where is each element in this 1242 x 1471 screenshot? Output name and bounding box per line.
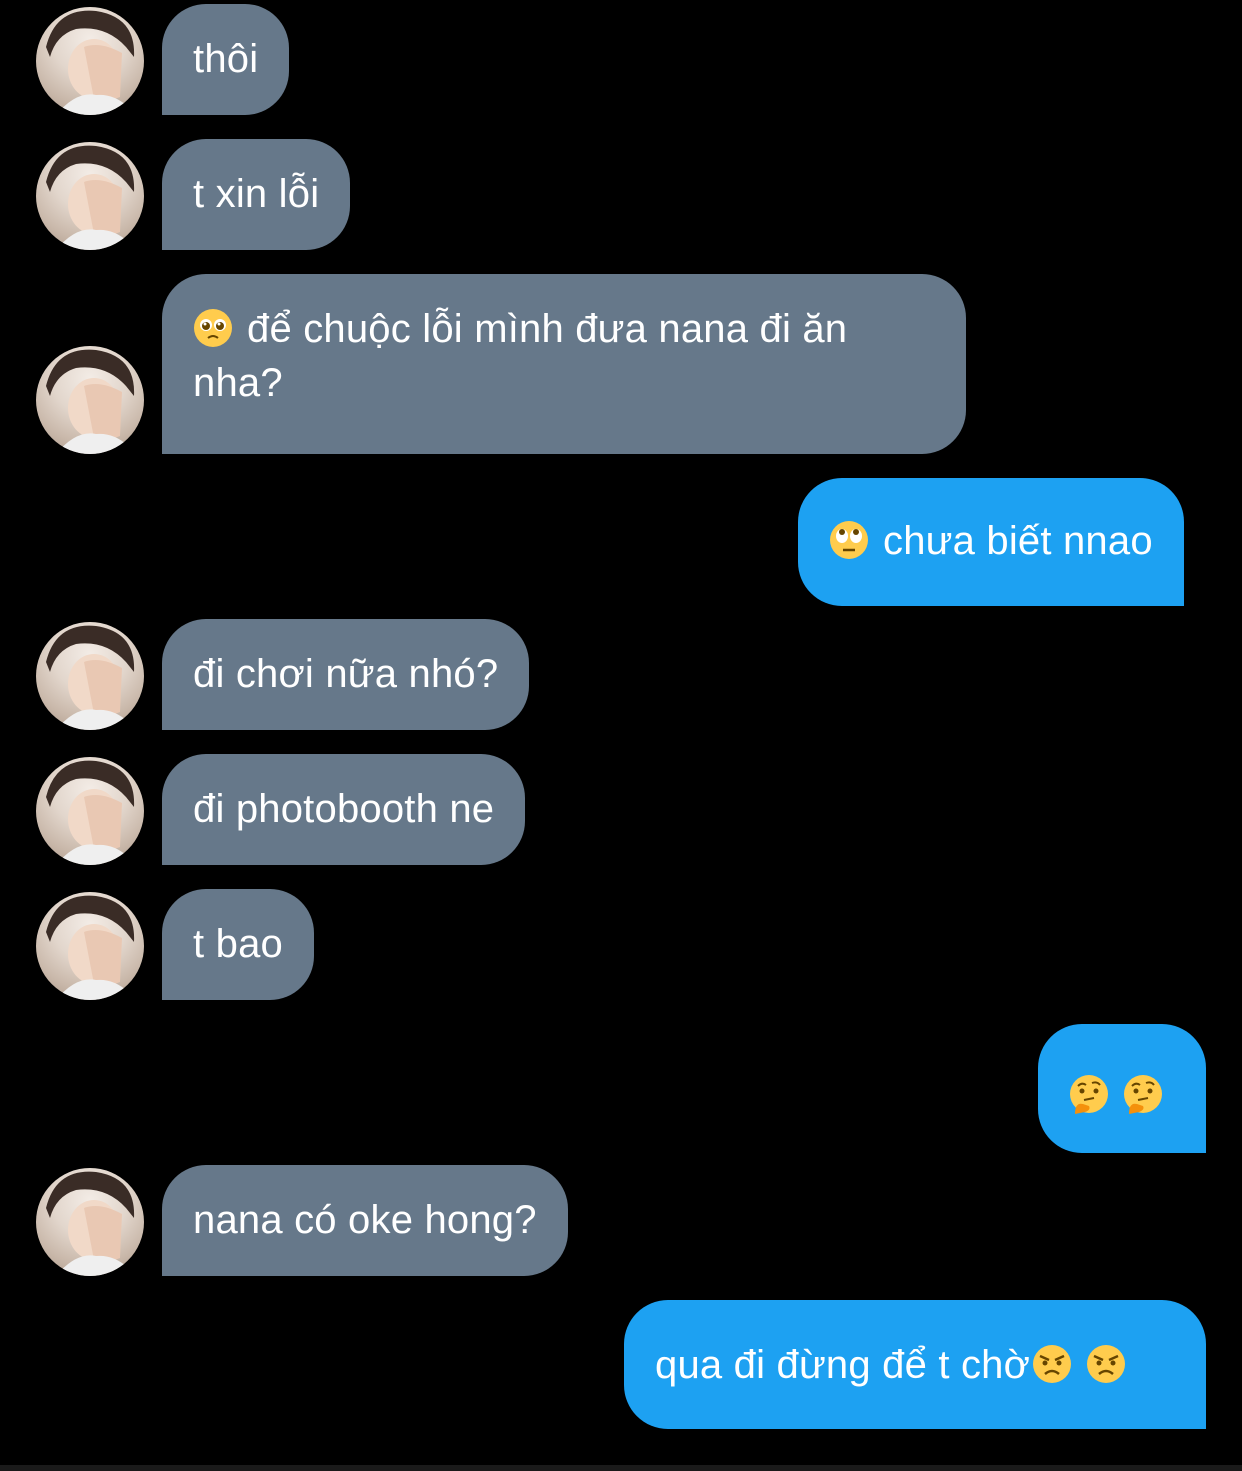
message-bubble-incoming[interactable]: thôi (162, 4, 290, 115)
message-text: t xin lỗi (193, 172, 320, 216)
message-text: qua đi đừng để t chờ (655, 1343, 1031, 1387)
pleading-face-icon (193, 308, 233, 348)
message-bubble-incoming[interactable]: để chuộc lỗi mình đưa nana đi ăn nha? (162, 274, 966, 454)
avatar[interactable] (36, 7, 144, 115)
message-bubble-incoming[interactable]: đi photobooth ne (162, 754, 526, 865)
message-text: nana có oke hong? (193, 1198, 537, 1242)
avatar[interactable] (36, 622, 144, 730)
message-text: đi chơi nữa nhó? (193, 652, 499, 696)
divider (0, 1465, 1242, 1471)
message-bubble-outgoing[interactable]: chưa biết nnao (798, 478, 1184, 606)
message-bubble-outgoing[interactable] (1038, 1024, 1206, 1153)
angry-face-icon (1086, 1344, 1126, 1384)
avatar[interactable] (36, 1168, 144, 1276)
angry-face-icon (1032, 1344, 1072, 1384)
thinking-face-icon (1069, 1074, 1109, 1114)
eye-roll-face-icon (829, 520, 869, 560)
message-text: chưa biết nnao (883, 519, 1153, 563)
message-text: đi photobooth ne (193, 787, 495, 831)
avatar[interactable] (36, 892, 144, 1000)
message-text: để chuộc lỗi mình đưa nana đi ăn nha? (193, 307, 848, 405)
avatar[interactable] (36, 142, 144, 250)
message-bubble-incoming[interactable]: đi chơi nữa nhó? (162, 619, 530, 730)
message-text: t bao (193, 922, 283, 966)
message-bubble-incoming[interactable]: t bao (162, 889, 314, 1000)
message-text: thôi (193, 37, 259, 81)
message-bubble-incoming[interactable]: t xin lỗi (162, 139, 351, 250)
thinking-face-icon (1123, 1074, 1163, 1114)
message-thread: thôi t xin lỗi để chuộc lỗi mình đưa nan… (0, 0, 1242, 1471)
message-bubble-outgoing[interactable]: qua đi đừng để t chờ (624, 1300, 1206, 1429)
avatar[interactable] (36, 346, 144, 454)
message-bubble-incoming[interactable]: nana có oke hong? (162, 1165, 568, 1276)
avatar[interactable] (36, 757, 144, 865)
